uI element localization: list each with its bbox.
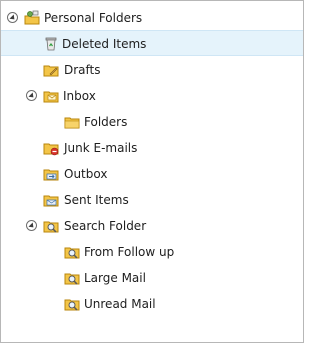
drafts-folder-icon [43,62,59,78]
tree-node-label: Large Mail [84,271,146,285]
tree-node-label: From Follow up [84,245,175,259]
tree-node-sent-items[interactable]: Sent Items [1,187,303,213]
tree-node-label: Outbox [64,167,108,181]
sent-folder-icon [43,192,59,208]
tree-node-personal-folders[interactable]: Personal Folders [1,5,303,31]
tree-node-label: Junk E-mails [64,141,138,155]
tree-node-inbox[interactable]: Inbox [1,83,303,109]
folder-icon [64,114,80,130]
tree-node-label: Deleted Items [62,37,147,51]
recycle-bin-icon [43,36,59,52]
tree-node-deleted-items[interactable]: Deleted Items [1,30,303,56]
junk-folder-icon [43,140,59,156]
tree-node-label: Unread Mail [84,297,156,311]
personal-folders-icon [24,10,40,26]
search-folder-icon [64,244,80,260]
folder-tree-panel: Personal Folders Deleted Items Drafts In… [0,0,304,343]
tree-node-label: Inbox [63,89,96,103]
tree-node-outbox[interactable]: Outbox [1,161,303,187]
search-folder-icon [64,296,80,312]
tree-node-label: Sent Items [64,193,129,207]
tree-node-drafts[interactable]: Drafts [1,57,303,83]
tree-node-large-mail[interactable]: Large Mail [1,265,303,291]
collapse-expander-icon[interactable] [26,220,37,231]
collapse-expander-icon[interactable] [26,90,37,101]
tree-node-unread-mail[interactable]: Unread Mail [1,291,303,317]
tree-node-label: Personal Folders [44,11,143,25]
search-folder-icon [43,218,59,234]
tree-node-label: Search Folder [64,219,147,233]
inbox-folder-icon [43,88,59,104]
tree-node-folders[interactable]: Folders [1,109,303,135]
tree-node-label: Drafts [64,63,101,77]
tree-node-junk-emails[interactable]: Junk E-mails [1,135,303,161]
search-folder-icon [64,270,80,286]
tree-node-search-folder[interactable]: Search Folder [1,213,303,239]
tree-node-label: Folders [84,115,128,129]
outbox-folder-icon [43,166,59,182]
collapse-expander-icon[interactable] [7,12,18,23]
tree-node-from-follow-up[interactable]: From Follow up [1,239,303,265]
